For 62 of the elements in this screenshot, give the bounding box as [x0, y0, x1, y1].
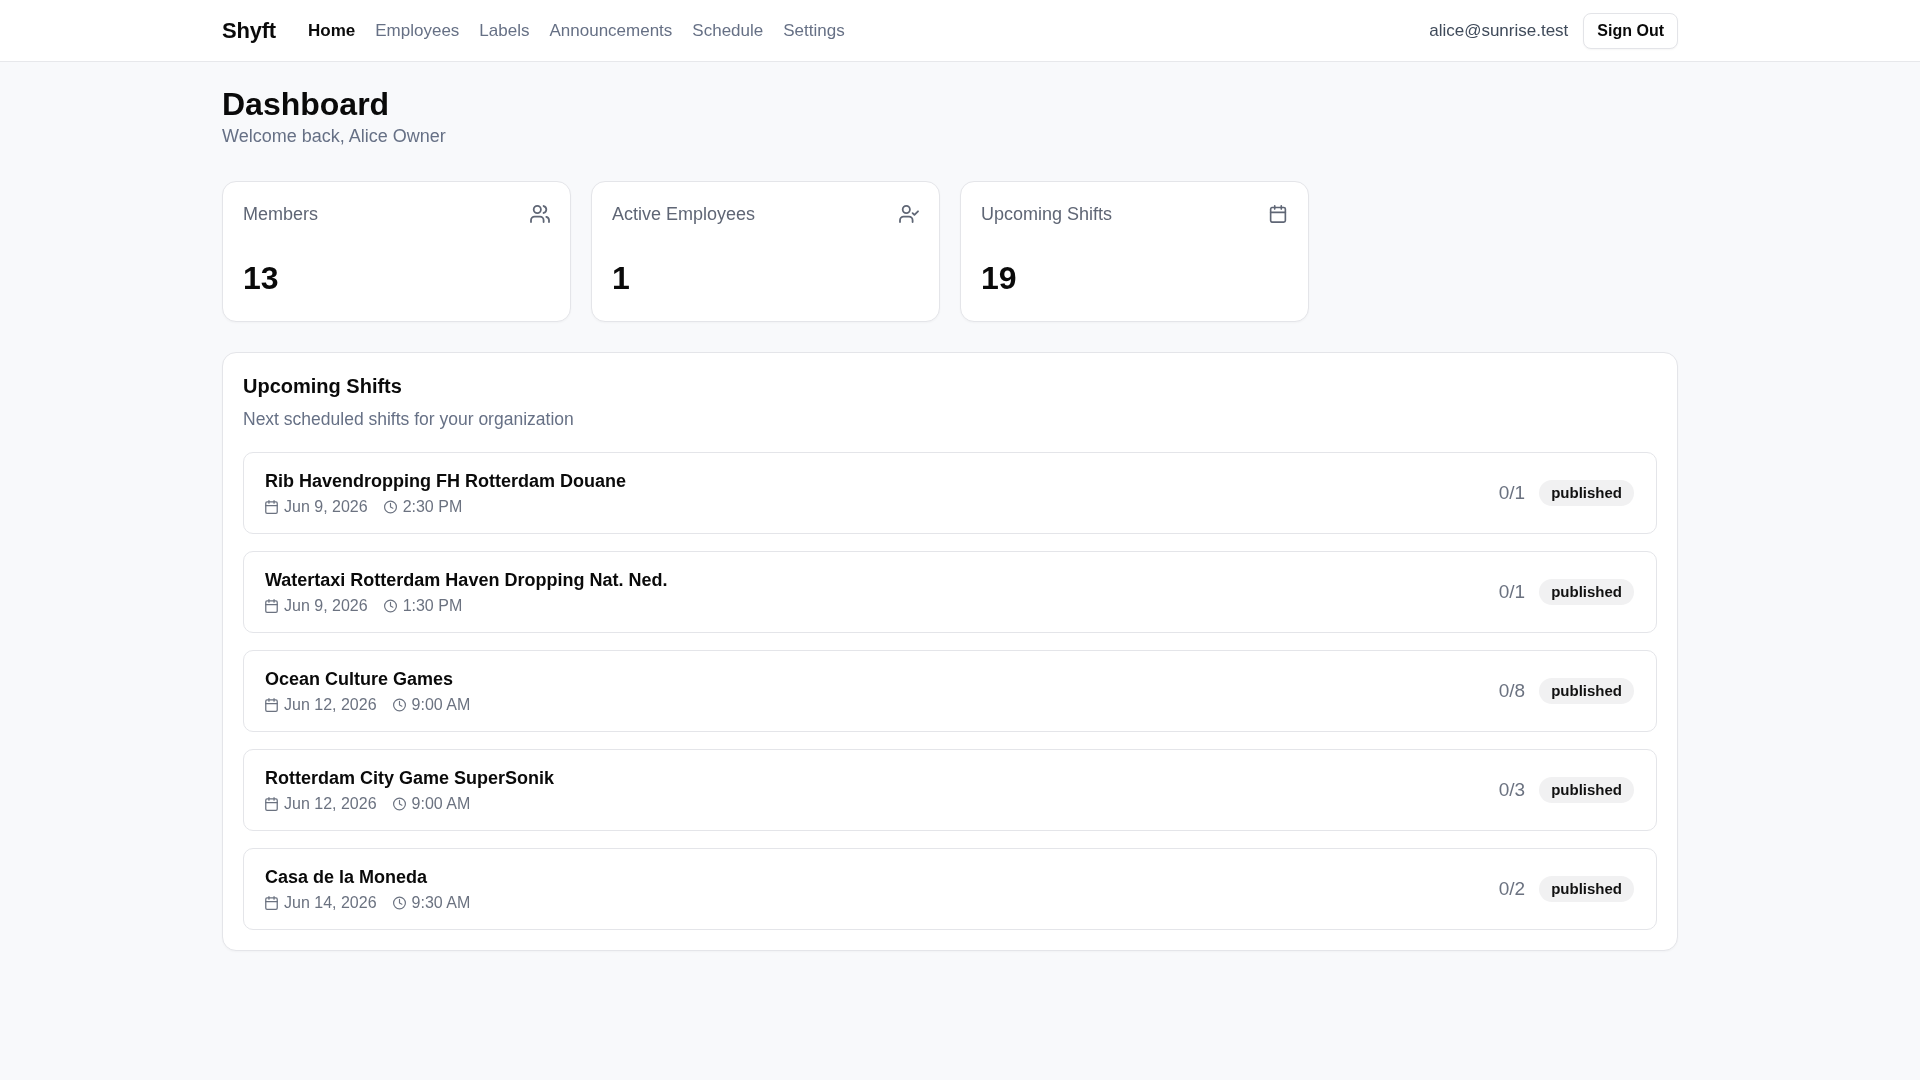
user-check-icon: [899, 205, 919, 223]
shift-date: Jun 12, 2026: [284, 794, 377, 814]
calendar-icon: [265, 599, 278, 613]
calendar-icon: [265, 500, 278, 514]
stat-value: 19: [981, 260, 1018, 296]
nav-link[interactable]: Labels: [479, 20, 530, 41]
shift-date: Jun 14, 2026: [284, 893, 377, 913]
staffing-count: 0/2: [1498, 878, 1526, 900]
calendar-icon: [1268, 205, 1288, 223]
shift-row[interactable]: Casa de la Moneda Jun 14, 2026 9:30 AM 0/2 published: [243, 848, 1657, 930]
shift-title: Ocean Culture Games: [265, 668, 455, 691]
shift-time: 9:00 AM: [411, 695, 471, 715]
users-icon: [530, 205, 550, 223]
shift-row[interactable]: Rotterdam City Game SuperSonik Jun 12, 2026 9:00 AM 0/3 published: [243, 749, 1657, 831]
shift-time: 2:30 PM: [402, 497, 463, 517]
shift-row[interactable]: Ocean Culture Games Jun 12, 2026 9:00 AM 0/8 published: [243, 650, 1657, 732]
shift-row[interactable]: Watertaxi Rotterdam Haven Dropping Nat. Ned. Jun 9, 2026 1:30 PM 0/1 published: [243, 551, 1657, 633]
clock-icon: [392, 896, 406, 910]
status-badge: published: [1539, 777, 1634, 803]
shift-time: 9:30 AM: [411, 893, 471, 913]
user-email: alice@sunrise.test: [1429, 20, 1569, 41]
stat-label: Upcoming Shifts: [981, 203, 1113, 226]
calendar-icon: [265, 797, 278, 811]
status-badge: published: [1539, 579, 1634, 605]
shift-date: Jun 9, 2026: [284, 596, 368, 616]
nav-link[interactable]: Employees: [375, 20, 460, 41]
shift-title: Rib Havendropping FH Rotterdam Douane: [265, 470, 626, 493]
staffing-count: 0/1: [1498, 581, 1526, 603]
shift-title: Watertaxi Rotterdam Haven Dropping Nat. Ned.: [265, 569, 668, 592]
status-badge: published: [1539, 876, 1634, 902]
clock-icon: [392, 797, 406, 811]
page-title: Dashboard: [222, 86, 391, 122]
shift-row[interactable]: Rib Havendropping FH Rotterdam Douane Jun 9, 2026 2:30 PM 0/1 published: [243, 452, 1657, 534]
shift-title: Rotterdam City Game SuperSonik: [265, 767, 555, 790]
app-logo[interactable]: Shyft: [222, 17, 276, 44]
shift-title: Casa de la Moneda: [265, 866, 429, 889]
nav-link[interactable]: Schedule: [692, 20, 764, 41]
staffing-count: 0/8: [1498, 680, 1526, 702]
stat-value: 1: [612, 260, 631, 296]
nav-link[interactable]: Settings: [783, 20, 845, 41]
shift-time: 9:00 AM: [411, 794, 471, 814]
shift-time: 1:30 PM: [402, 596, 463, 616]
shift-date: Jun 12, 2026: [284, 695, 377, 715]
status-badge: published: [1539, 480, 1634, 506]
staffing-count: 0/3: [1498, 779, 1526, 801]
staffing-count: 0/1: [1498, 482, 1526, 504]
clock-icon: [383, 599, 397, 613]
stat-label: Active Employees: [612, 203, 756, 226]
clock-icon: [392, 698, 406, 712]
calendar-icon: [265, 896, 278, 910]
calendar-icon: [265, 698, 278, 712]
status-badge: published: [1539, 678, 1634, 704]
panel-title: Upcoming Shifts: [243, 374, 403, 399]
sign-out-button[interactable]: Sign Out: [1583, 12, 1678, 49]
nav-link[interactable]: Announcements: [549, 20, 673, 41]
panel-subtitle: Next scheduled shifts for your organization: [243, 408, 575, 431]
clock-icon: [383, 500, 397, 514]
nav-link[interactable]: Home: [308, 20, 356, 41]
stat-label: Members: [243, 203, 318, 226]
stat-value: 13: [243, 260, 280, 296]
shift-date: Jun 9, 2026: [284, 497, 368, 517]
page-subtitle: Welcome back, Alice Owner: [222, 125, 447, 148]
